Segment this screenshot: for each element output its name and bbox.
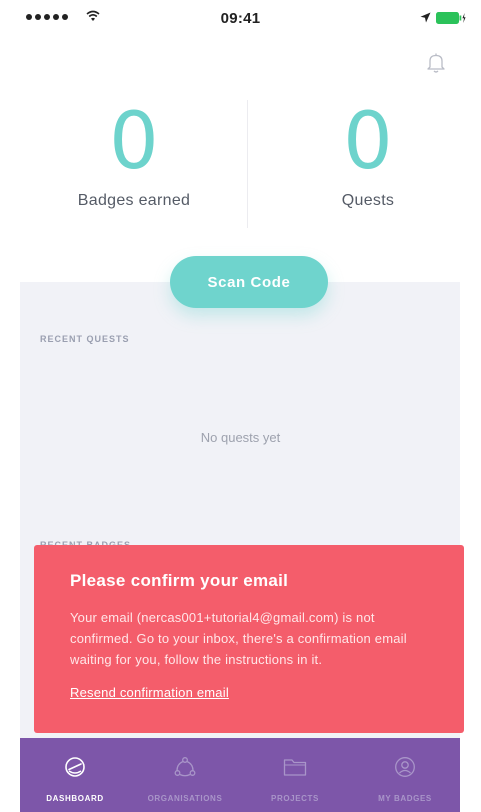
tab-my-badges[interactable]: MY BADGES — [350, 738, 460, 812]
scan-code-button[interactable]: Scan Code — [170, 256, 328, 308]
status-time: 09:41 — [220, 10, 261, 27]
stats-panel: 0 Badges earned 0 Quests — [0, 100, 481, 240]
location-arrow-icon — [420, 12, 431, 23]
bell-icon[interactable] — [426, 52, 446, 74]
tab-bar: DASHBOARD ORGANISATIONS PROJECTS MY BADG… — [20, 738, 460, 812]
tab-my-badges-label: MY BADGES — [378, 794, 432, 803]
tab-dashboard-label: DASHBOARD — [46, 794, 104, 803]
tab-organisations[interactable]: ORGANISATIONS — [130, 738, 240, 812]
alert-body: Your email (nercas001+tutorial4@gmail.co… — [70, 610, 407, 667]
empty-quests-text: No quests yet — [200, 430, 281, 445]
quests-stat: 0 Quests — [248, 100, 481, 210]
user-circle-icon — [395, 757, 415, 777]
alert-title: Please confirm your email — [70, 571, 289, 590]
badges-earned-stat: 0 Badges earned — [14, 100, 254, 210]
tab-projects[interactable]: PROJECTS — [240, 738, 350, 812]
gauge-icon — [65, 757, 85, 777]
organisations-icon — [174, 757, 196, 777]
quests-count: 0 — [343, 97, 393, 187]
tab-dashboard[interactable]: DASHBOARD — [20, 738, 130, 812]
email-confirmation-alert: Please confirm your email Your email (ne… — [34, 545, 464, 733]
badges-earned-count: 0 — [109, 97, 159, 187]
resend-confirmation-link[interactable]: Resend confirmation email — [70, 685, 229, 700]
tab-organisations-label: ORGANISATIONS — [147, 794, 223, 803]
tab-projects-label: PROJECTS — [271, 794, 319, 803]
status-bar: 09:41 — [0, 0, 481, 36]
recent-quests-title: RECENT QUESTS — [40, 334, 130, 344]
battery-charging-icon — [436, 12, 466, 24]
badges-earned-label: Badges earned — [77, 192, 191, 209]
folder-icon — [283, 759, 307, 776]
quests-label: Quests — [341, 192, 395, 209]
